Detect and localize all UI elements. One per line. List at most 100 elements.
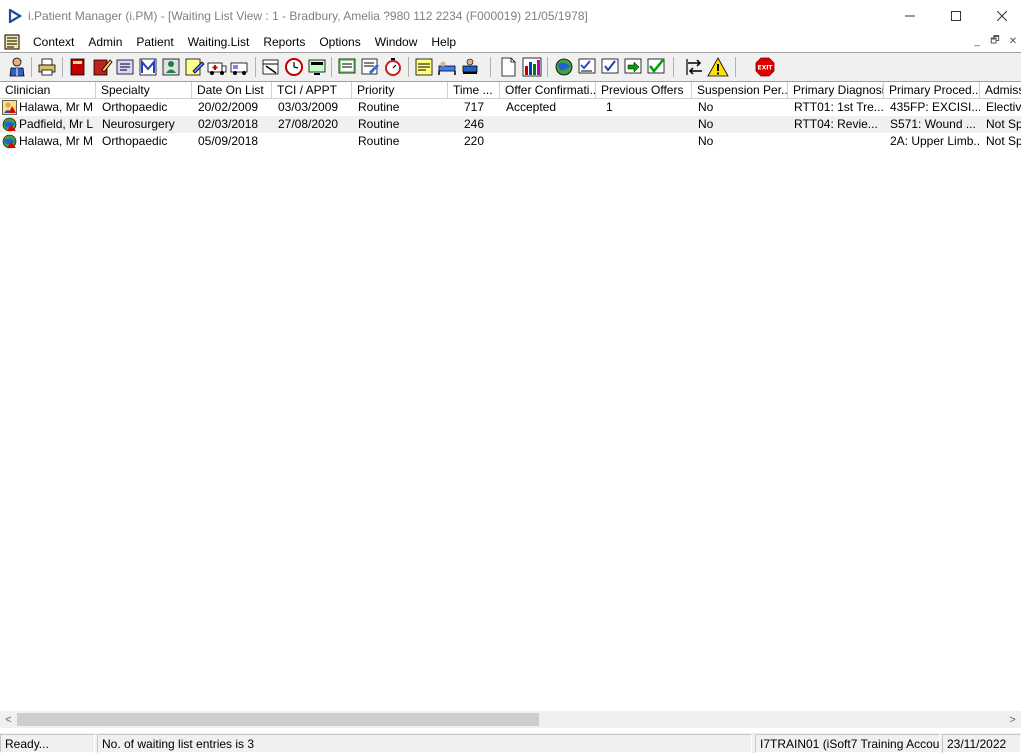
status-date: 23/11/2022 — [942, 734, 1021, 753]
menu-patient[interactable]: Patient — [129, 32, 180, 52]
status-ready: Ready... — [0, 734, 95, 753]
cell-offer-confirmation — [500, 133, 596, 150]
list-check-icon[interactable] — [576, 56, 598, 78]
cell-primary-diagnosis: RTT04: Revie... — [794, 117, 878, 131]
maximize-icon — [951, 11, 961, 21]
cell-date-on-list: 20/02/2009 — [198, 100, 259, 114]
horizontal-scrollbar[interactable]: < > — [0, 711, 1021, 728]
clock-icon[interactable] — [283, 56, 305, 78]
column-header-specialty[interactable]: Specialty — [96, 82, 192, 99]
cell-priority: Routine — [358, 117, 400, 131]
column-header-time[interactable]: Time ... — [448, 82, 500, 99]
cell-tci-appt: 27/08/2020 — [278, 117, 339, 131]
cell-time: 717 — [464, 100, 485, 114]
globe-search-icon[interactable] — [553, 56, 575, 78]
menu-bar: Context Admin Patient Waiting.List Repor… — [0, 32, 1021, 52]
transport-icon[interactable] — [229, 56, 251, 78]
column-header-offer-confirmation[interactable]: Offer Confirmati... — [500, 82, 596, 99]
book-edit-icon[interactable] — [91, 56, 113, 78]
green-arrow-form-icon[interactable] — [622, 56, 644, 78]
menu-help[interactable]: Help — [424, 32, 463, 52]
column-header-suspension-period[interactable]: Suspension Per... — [692, 82, 788, 99]
menu-admin[interactable]: Admin — [81, 32, 129, 52]
bed-transfer-icon[interactable] — [436, 56, 458, 78]
cell-date-on-list: 05/09/2018 — [198, 134, 259, 148]
warning-icon[interactable] — [707, 56, 729, 78]
table-row[interactable]: Padfield, Mr L Neurosurgery 02/03/2018 2… — [0, 116, 1021, 133]
cell-offer-confirmation — [500, 116, 596, 133]
patient-bed-icon[interactable] — [459, 56, 481, 78]
cell-tci-appt: 03/03/2009 — [278, 100, 339, 114]
column-header-primary-diagnosis[interactable]: Primary Diagnosis — [788, 82, 884, 99]
menu-options[interactable]: Options — [312, 32, 367, 52]
mdi-minimize-button[interactable]: _ — [969, 34, 985, 49]
green-check-form-icon[interactable] — [645, 56, 667, 78]
form-edit-icon[interactable] — [359, 56, 381, 78]
cell-time: 220 — [464, 134, 485, 148]
exit-icon[interactable]: EXIT — [754, 56, 776, 78]
cell-primary-procedure: 435FP: EXCISI... — [890, 100, 980, 114]
monitor-icon[interactable] — [306, 56, 328, 78]
mdi-close-button[interactable]: ✕ — [1005, 34, 1021, 49]
column-header-admission[interactable]: Admissi — [980, 82, 1021, 99]
cell-suspension: No — [698, 117, 714, 131]
document-icon[interactable] — [4, 34, 20, 50]
maximize-button[interactable] — [933, 0, 979, 32]
close-button[interactable] — [979, 0, 1021, 32]
column-header-previous-offers[interactable]: Previous Offers — [596, 82, 692, 99]
calendar-cancel-icon[interactable] — [260, 56, 282, 78]
cell-admission: Not Spe — [986, 117, 1021, 131]
column-header-tci-appt[interactable]: TCI / APPT — [272, 82, 352, 99]
swap-arrows-icon[interactable] — [684, 56, 706, 78]
menu-reports[interactable]: Reports — [256, 32, 312, 52]
cell-admission: Not Spe — [986, 134, 1021, 148]
cell-primary-diagnosis: RTT01: 1st Tre... — [794, 100, 884, 114]
cell-previous-offers: 1 — [606, 100, 613, 114]
table-row[interactable]: Halawa, Mr M Orthopaedic 20/02/2009 03/0… — [0, 99, 1021, 116]
doctor-icon[interactable] — [6, 56, 28, 78]
bar-chart-icon[interactable] — [521, 56, 543, 78]
cell-primary-diagnosis — [788, 133, 884, 150]
column-header-date-on-list[interactable]: Date On List — [192, 82, 272, 99]
column-header-primary-procedure[interactable]: Primary Proced... — [884, 82, 980, 99]
app-logo-icon — [8, 9, 22, 23]
screen-list-icon[interactable] — [336, 56, 358, 78]
cell-priority: Routine — [358, 134, 400, 148]
stopwatch-icon[interactable] — [382, 56, 404, 78]
minimize-button[interactable] — [887, 0, 933, 32]
column-header-priority[interactable]: Priority — [352, 82, 448, 99]
menu-window[interactable]: Window — [368, 32, 425, 52]
printer-icon[interactable] — [36, 56, 58, 78]
mdi-restore-button[interactable]: 🗗 — [987, 34, 1003, 49]
cell-clinician: Halawa, Mr M — [19, 100, 94, 114]
form-check-icon[interactable] — [599, 56, 621, 78]
menu-waiting-list[interactable]: Waiting.List — [181, 32, 257, 52]
cell-admission: Elective — [986, 100, 1021, 114]
cell-primary-procedure: S571: Wound ... — [890, 117, 976, 131]
note-pencil-icon[interactable] — [183, 56, 205, 78]
table-row[interactable]: Halawa, Mr M Orthopaedic 05/09/2018 Rout… — [0, 133, 1021, 150]
cell-previous-offers — [600, 116, 692, 133]
scrollbar-thumb[interactable] — [17, 713, 539, 726]
blank-page-icon[interactable] — [497, 56, 519, 78]
person-card-icon[interactable] — [160, 56, 182, 78]
cell-tci-appt — [272, 133, 352, 150]
mdi-controls: _ 🗗 ✕ — [969, 34, 1021, 49]
toolbar: EXIT — [0, 52, 1021, 82]
m-letter-icon[interactable] — [137, 56, 159, 78]
ambulance-icon[interactable] — [206, 56, 228, 78]
cell-suspension: No — [698, 100, 714, 114]
status-account: I7TRAIN01 (iSoft7 Training Account) — [755, 734, 940, 753]
sticky-note-icon[interactable] — [413, 56, 435, 78]
scroll-left-button[interactable]: < — [0, 711, 17, 728]
status-entries-count: No. of waiting list entries is 3 — [97, 734, 752, 753]
grid-header: Clinician Specialty Date On List TCI / A… — [0, 82, 1021, 99]
cell-specialty: Orthopaedic — [102, 100, 168, 114]
minimize-icon — [905, 15, 915, 17]
scroll-right-button[interactable]: > — [1004, 711, 1021, 728]
red-book-icon[interactable] — [67, 56, 89, 78]
notebook-icon[interactable] — [114, 56, 136, 78]
menu-context[interactable]: Context — [26, 32, 81, 52]
column-header-clinician[interactable]: Clinician — [0, 82, 96, 99]
title-bar: i.Patient Manager (i.PM) - [Waiting List… — [0, 0, 1021, 32]
